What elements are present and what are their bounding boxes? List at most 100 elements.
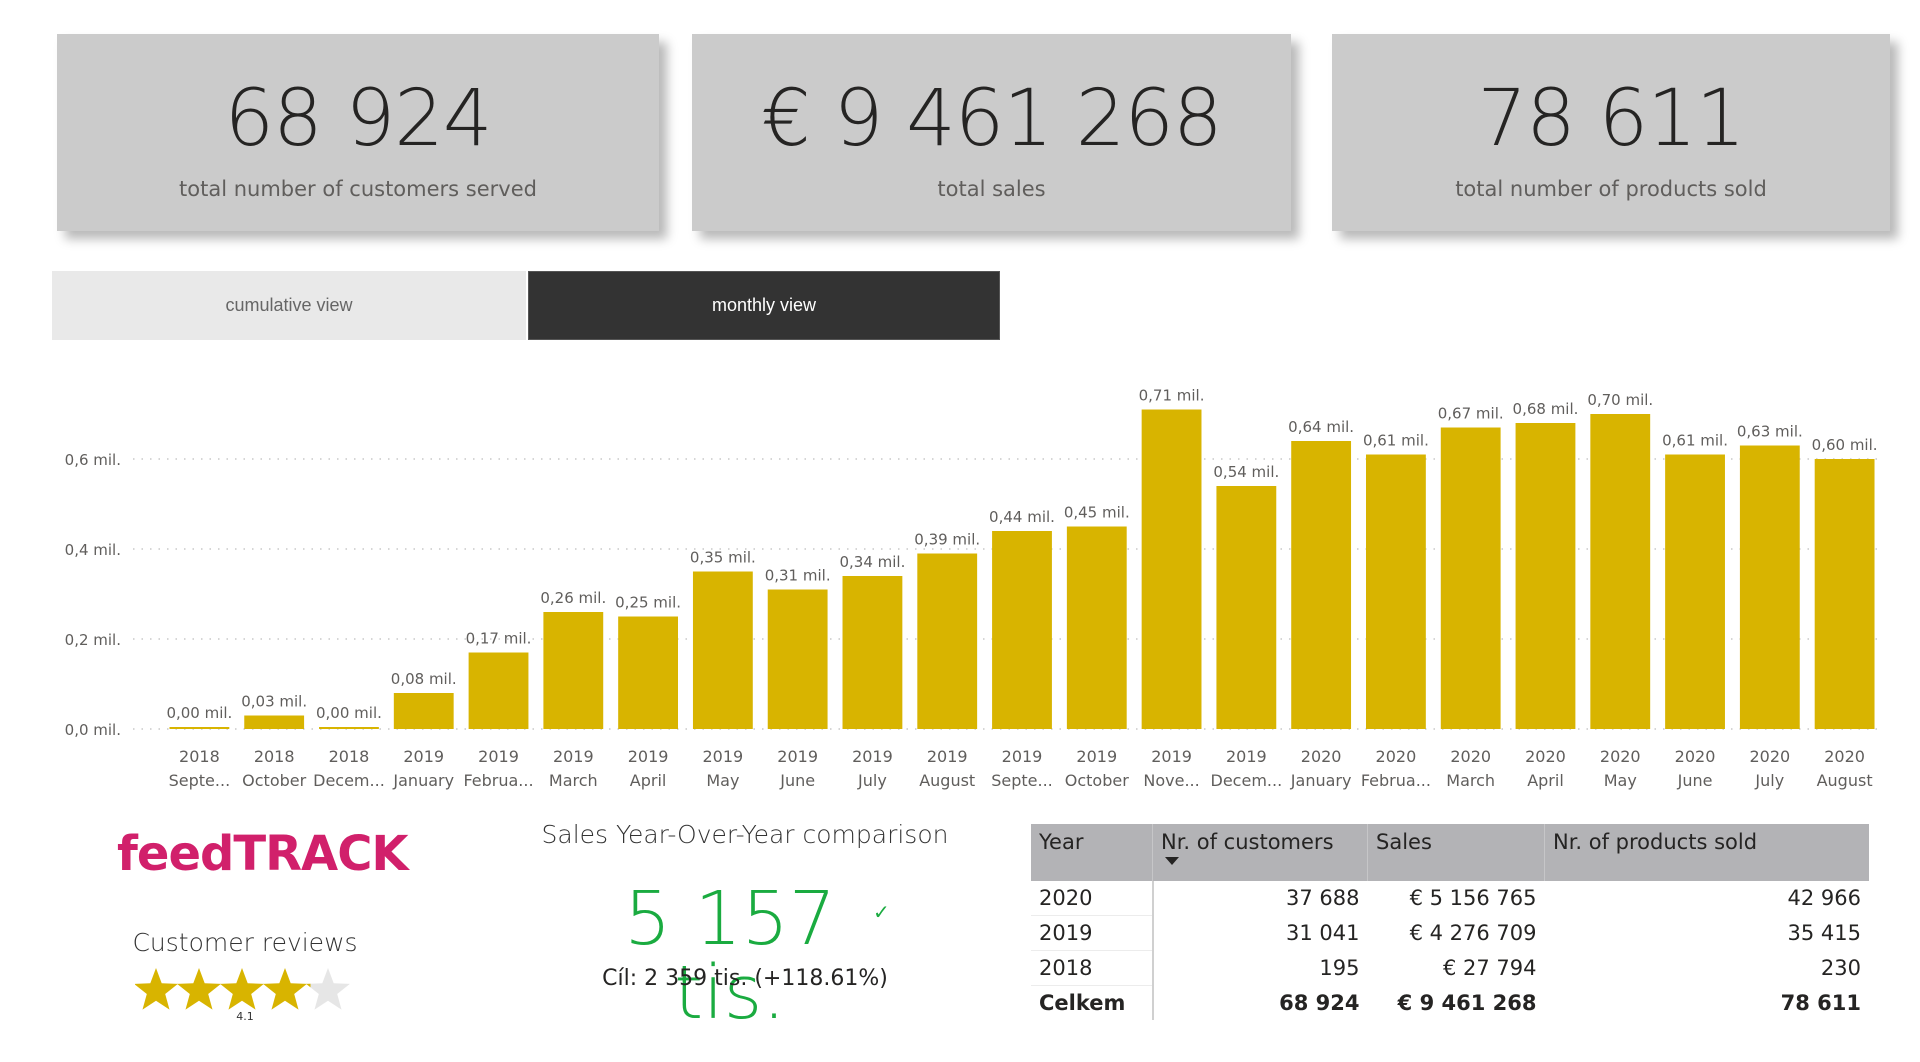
kpi-products-label: total number of products sold: [1455, 177, 1767, 201]
star-icon: [135, 968, 178, 1010]
x-tick-month: Decem...: [313, 771, 385, 790]
bar: [992, 531, 1052, 729]
x-tick-month: April: [1527, 771, 1564, 790]
y-tick-label: 0,2 mil.: [65, 631, 121, 649]
x-tick-month: January: [392, 771, 454, 790]
column-header-year[interactable]: Year: [1031, 824, 1153, 881]
tab-monthly-view[interactable]: monthly view: [528, 271, 1000, 340]
x-tick-year: 2020: [1824, 747, 1865, 766]
data-label: 0,54 mil.: [1213, 463, 1279, 481]
data-label: 0,61 mil.: [1662, 432, 1728, 450]
x-tick-month: June: [1677, 771, 1713, 790]
star-icon: [263, 968, 307, 1010]
data-label: 0,34 mil.: [839, 553, 905, 571]
cell-total-products: 78 611: [1780, 990, 1861, 1015]
cell-sales: € 5 156 765: [1409, 886, 1537, 911]
kpi-sales-label: total sales: [937, 177, 1046, 201]
column-header-sales[interactable]: Sales: [1367, 824, 1545, 881]
x-tick-year: 2018: [179, 747, 220, 766]
cell-customers: 195: [1319, 956, 1360, 980]
x-tick-month: March: [549, 771, 598, 790]
data-label: 0,70 mil.: [1587, 391, 1653, 409]
data-label: 0,00 mil.: [166, 704, 232, 722]
check-icon: ✓: [873, 900, 890, 924]
data-label: 0,68 mil.: [1513, 400, 1579, 418]
x-tick-month: Februa...: [463, 771, 533, 790]
customer-reviews-title: Customer reviews: [132, 928, 358, 957]
data-label: 0,25 mil.: [615, 594, 681, 612]
x-tick-year: 2020: [1675, 747, 1716, 766]
cell-total-sales: € 9 461 268: [1397, 990, 1537, 1015]
cell-products: 230: [1820, 956, 1861, 980]
y-tick-label: 0,0 mil.: [65, 721, 121, 739]
bar: [543, 612, 604, 729]
star-icon: [306, 968, 350, 1010]
data-label: 0,44 mil.: [989, 508, 1055, 526]
x-tick-month: October: [1065, 771, 1129, 790]
data-label: 0,71 mil.: [1139, 387, 1205, 405]
x-tick-month: July: [1754, 771, 1784, 790]
data-label: 0,35 mil.: [690, 549, 756, 567]
bar: [1590, 414, 1651, 729]
cell-year: 2020: [1031, 881, 1154, 916]
cell-total-label: Celkem: [1031, 985, 1154, 1020]
cell-sales: € 27 794: [1442, 956, 1537, 980]
feedtrack-logo: feedTRACK: [117, 826, 409, 882]
column-header-products[interactable]: Nr. of products sold: [1544, 824, 1869, 881]
x-tick-month: January: [1290, 771, 1352, 790]
star-rating: [135, 968, 350, 1010]
bar: [1216, 486, 1277, 729]
monthly-sales-bar-chart: 0,0 mil. 0,2 mil. 0,4 mil. 0,6 mil. 0,00 mi…: [65, 387, 1882, 790]
table-row: 2019 31 041 € 4 276 709 35 415: [1031, 915, 1869, 951]
x-tick-year: 2019: [703, 747, 744, 766]
cell-year: 2018: [1031, 950, 1154, 986]
data-label: 0,63 mil.: [1737, 423, 1803, 441]
x-tick-month: August: [919, 771, 975, 790]
x-tick-month: Nove...: [1143, 771, 1199, 790]
x-tick-year: 2019: [553, 747, 594, 766]
column-header-customers[interactable]: Nr. of customers: [1152, 824, 1368, 881]
data-label: 0,61 mil.: [1363, 432, 1429, 450]
x-tick-month: October: [242, 771, 306, 790]
x-tick-year: 2019: [852, 747, 893, 766]
x-tick-month: March: [1446, 771, 1495, 790]
x-tick-year: 2019: [628, 747, 669, 766]
cell-sales: € 4 276 709: [1409, 921, 1537, 945]
bar: [1739, 445, 1800, 729]
kpi-products-value: 78 611: [1477, 74, 1746, 164]
bar: [319, 727, 379, 729]
x-tick-year: 2019: [1076, 747, 1117, 766]
bar: [692, 571, 753, 729]
bar: [244, 715, 305, 729]
yoy-value: 5 157 tis.: [624, 876, 836, 1036]
x-tick-month: Septe...: [991, 771, 1053, 790]
x-tick-month: May: [706, 771, 739, 790]
x-tick-month: April: [630, 771, 667, 790]
x-tick-year: 2020: [1450, 747, 1491, 766]
bar: [169, 727, 230, 729]
data-label: 0,26 mil.: [540, 589, 606, 607]
summary-table: Year Nr. of customers Sales Nr. of produ…: [1031, 824, 1869, 1020]
star-icon: [220, 968, 264, 1010]
x-tick-year: 2018: [329, 747, 370, 766]
table-total-row: Celkem 68 924 € 9 461 268 78 611: [1031, 985, 1869, 1020]
cell-products: 42 966: [1787, 886, 1861, 911]
data-label: 0,67 mil.: [1438, 405, 1504, 423]
cell-customers: 31 041: [1286, 921, 1360, 945]
x-tick-month: Septe...: [169, 771, 231, 790]
column-header-label: Year: [1039, 830, 1084, 854]
rating-value: 4.1: [236, 1010, 254, 1023]
tab-cumulative-view[interactable]: cumulative view: [52, 271, 526, 340]
data-label: 0,31 mil.: [765, 567, 831, 585]
x-tick-year: 2018: [254, 747, 295, 766]
y-tick-label: 0,6 mil.: [65, 451, 121, 469]
column-header-label: Nr. of customers: [1161, 830, 1334, 854]
table-header-row: Year Nr. of customers Sales Nr. of produ…: [1031, 824, 1869, 881]
x-tick-year: 2020: [1600, 747, 1641, 766]
y-tick-label: 0,4 mil.: [65, 541, 121, 559]
x-tick-month: May: [1604, 771, 1637, 790]
bar: [917, 553, 978, 729]
data-label: 0,00 mil.: [316, 704, 382, 722]
x-tick-month: Decem...: [1211, 771, 1283, 790]
x-tick-year: 2019: [403, 747, 444, 766]
